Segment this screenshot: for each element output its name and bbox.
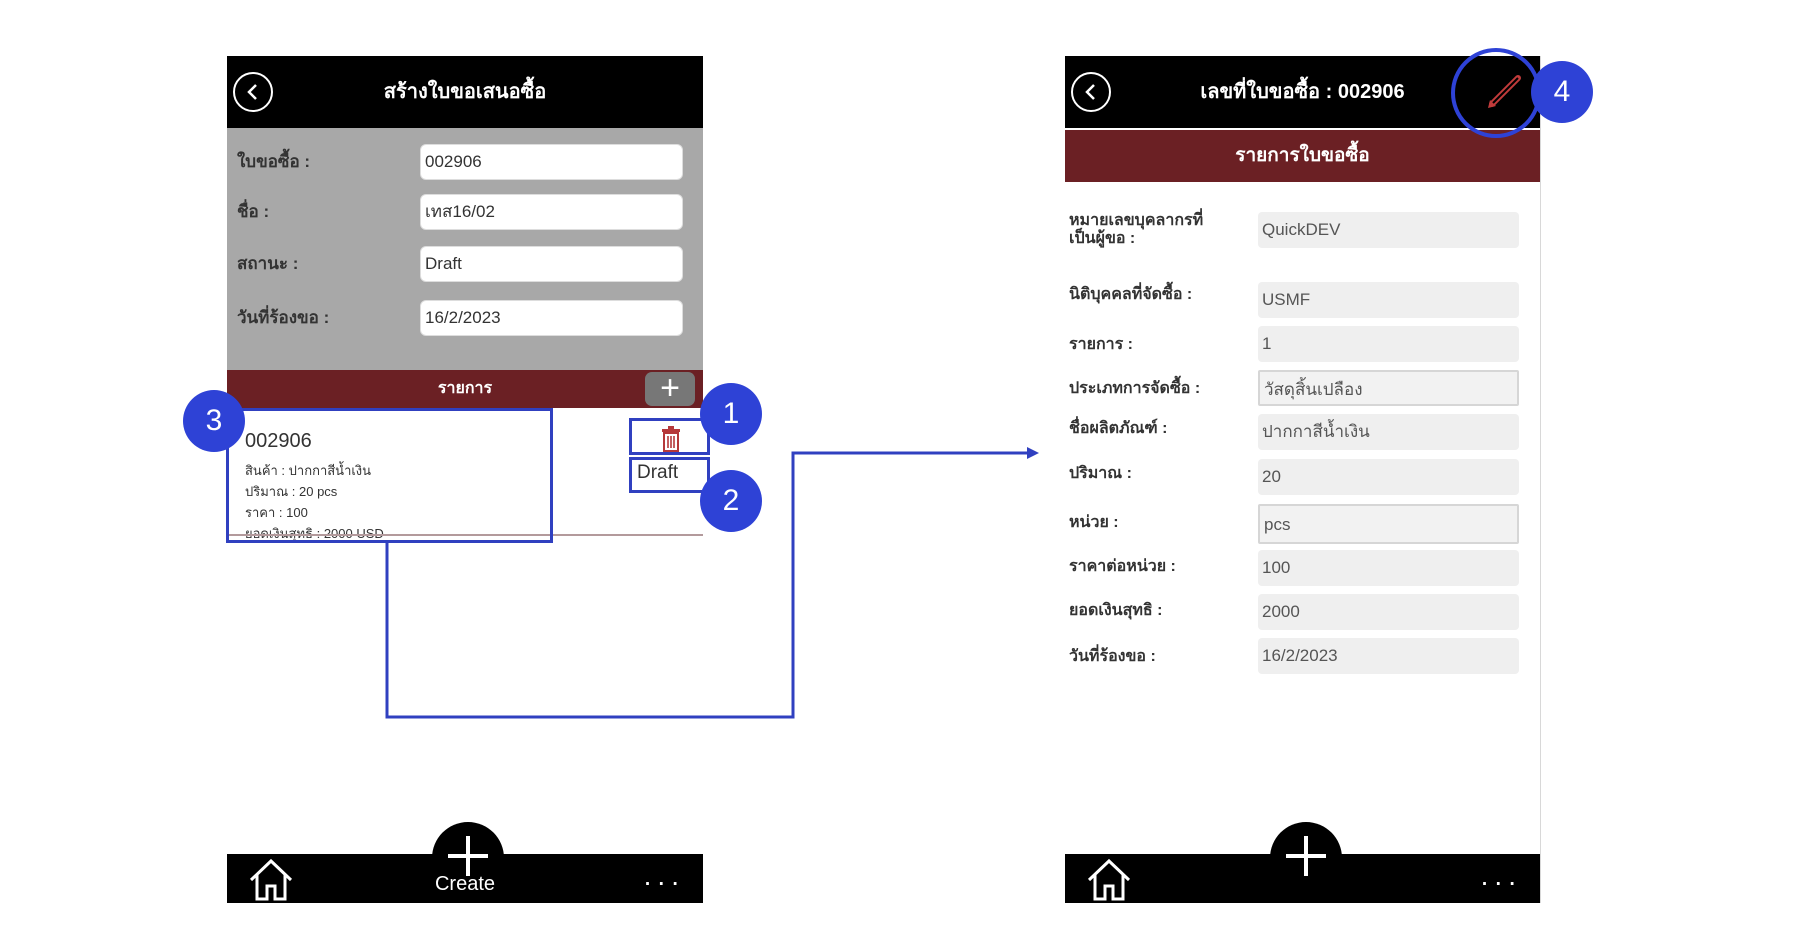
name-label: ชื่อ :: [237, 202, 270, 221]
procurement-category-label: ประเภทการจัดซื้อ :: [1069, 380, 1201, 397]
items-section-title: รายการ: [437, 380, 493, 397]
annotation-badge-2: 2: [700, 470, 762, 532]
items-section-header: รายการ +: [227, 370, 703, 408]
highlight-edit: [1451, 48, 1541, 138]
highlight-status: [629, 457, 710, 493]
unit-label: หน่วย :: [1069, 514, 1119, 531]
top-bar: สร้างใบขอเสนอซื้อ: [227, 56, 703, 128]
requisition-input[interactable]: 002906: [420, 144, 683, 180]
line-label: รายการ :: [1069, 336, 1133, 353]
more-menu-button[interactable]: ...: [1481, 862, 1522, 890]
status-label: สถานะ :: [237, 254, 299, 273]
detail-section-header: รายการใบขอซื้อ: [1065, 130, 1540, 182]
legal-entity-value: USMF: [1258, 282, 1519, 318]
quantity-value: 20: [1258, 459, 1519, 495]
highlight-item-card: [226, 408, 553, 543]
requester-value: QuickDEV: [1258, 212, 1519, 248]
line-value: 1: [1258, 326, 1519, 362]
annotation-badge-4: 4: [1531, 61, 1593, 123]
request-date-input[interactable]: 16/2/2023: [420, 300, 683, 336]
request-date-value: 16/2/2023: [1258, 638, 1519, 674]
requester-label: หมายเลขบุคลากรที่เป็นผู้ขอ :: [1069, 212, 1204, 247]
page-title: สร้างใบขอเสนอซื้อ: [383, 81, 547, 103]
requisition-label: ใบขอซื้อ :: [237, 152, 311, 171]
form-row-requisition: ใบขอซื้อ : 002906: [227, 142, 703, 182]
annotation-badge-1: 1: [700, 383, 762, 445]
unit-price-value: 100: [1258, 550, 1519, 586]
request-date-label: วันที่ร้องขอ :: [237, 308, 330, 327]
unit-price-label: ราคาต่อหน่วย :: [1069, 558, 1176, 575]
more-menu-button[interactable]: ...: [644, 862, 685, 890]
legal-entity-label: นิติบุคคลที่จัดซื้อ :: [1069, 286, 1193, 303]
home-icon[interactable]: [1085, 856, 1133, 902]
procurement-category-value: วัสดุสิ้นเปลือง: [1258, 370, 1519, 406]
form-row-status: สถานะ : Draft: [227, 244, 703, 284]
annotation-badge-3: 3: [183, 390, 245, 452]
chevron-left-icon: [1085, 84, 1095, 100]
status-input[interactable]: Draft: [420, 246, 683, 282]
add-item-button[interactable]: +: [645, 371, 695, 406]
page-title: เลขที่ใบขอซื้อ : 002906: [1200, 81, 1405, 103]
request-date-label: วันที่ร้องขอ :: [1069, 648, 1156, 665]
name-input[interactable]: เทส16/02: [420, 194, 683, 230]
create-label: Create: [434, 873, 496, 895]
product-name-label: ชื่อผลิตภัณฑ์ :: [1069, 420, 1168, 437]
requisition-form: ใบขอซื้อ : 002906 ชื่อ : เทส16/02 สถานะ …: [227, 128, 703, 370]
net-total-value: 2000: [1258, 594, 1519, 630]
quantity-label: ปริมาณ :: [1069, 465, 1132, 482]
unit-value: pcs: [1258, 504, 1519, 544]
form-row-name: ชื่อ : เทส16/02: [227, 192, 703, 232]
product-name-value: ปากกาสีน้ำเงิน: [1258, 414, 1519, 450]
create-button[interactable]: [1270, 822, 1342, 894]
net-total-label: ยอดเงินสุทธิ :: [1069, 602, 1163, 619]
form-row-request-date: วันที่ร้องขอ : 16/2/2023: [227, 298, 703, 338]
requisition-detail-screen: เลขที่ใบขอซื้อ : 002906 รายการใบขอซื้อ ห…: [1065, 56, 1541, 903]
back-button[interactable]: [1071, 72, 1111, 112]
highlight-delete: [629, 418, 710, 455]
